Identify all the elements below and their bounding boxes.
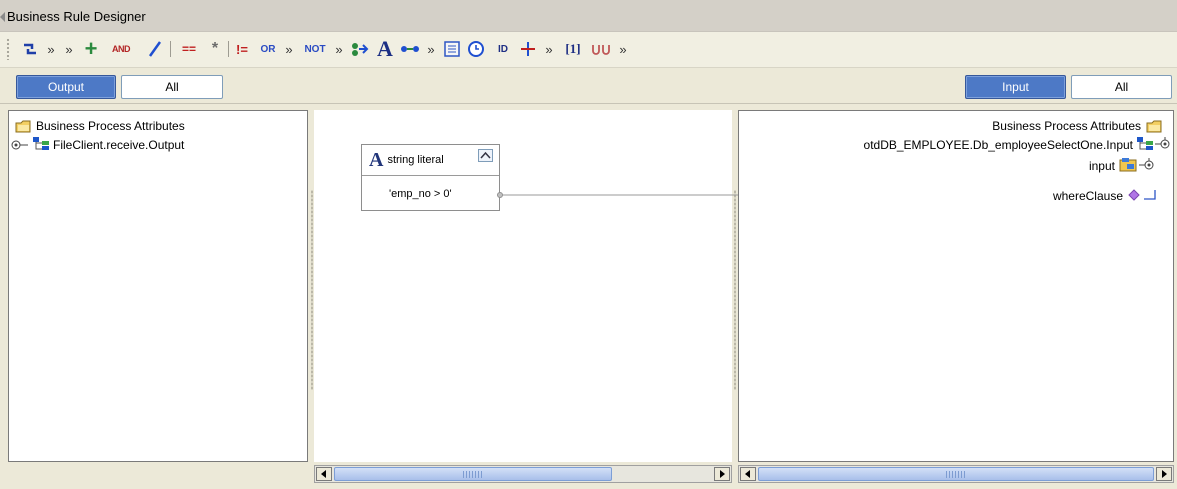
- folder-icon: [1146, 119, 1163, 134]
- expand-icon[interactable]: [1155, 136, 1171, 154]
- tree-root-label: Business Process Attributes: [992, 119, 1141, 133]
- tree-root-input[interactable]: Business Process Attributes: [992, 117, 1167, 135]
- tree-node-label: input: [1088, 159, 1115, 173]
- tree-node-whereclause[interactable]: whereClause: [1053, 187, 1157, 205]
- scroll-thumb[interactable]: [758, 467, 1154, 481]
- string-literal-node[interactable]: A string literal 'emp_no > 0': [361, 144, 500, 211]
- input-container-icon: [1119, 157, 1137, 175]
- scroll-left-button[interactable]: [316, 467, 332, 481]
- canvas-horizontal-scrollbar[interactable]: [314, 465, 732, 483]
- tree-line-icon: [1143, 189, 1157, 204]
- node-value[interactable]: 'emp_no > 0': [389, 188, 452, 200]
- scroll-right-button[interactable]: [1156, 467, 1172, 481]
- tree-structure-icon: [1137, 136, 1153, 154]
- collapse-chevron-icon[interactable]: [478, 149, 493, 162]
- tree-node-input[interactable]: input: [1089, 157, 1155, 175]
- input-horizontal-scrollbar[interactable]: [738, 465, 1174, 483]
- output-port[interactable]: [497, 192, 503, 198]
- node-title: string literal: [387, 154, 444, 166]
- scroll-left-button[interactable]: [740, 467, 756, 481]
- tree-node-label: otdDB_EMPLOYEE.Db_employeeSelectOne.Inpu…: [863, 138, 1133, 152]
- expand-icon[interactable]: [1139, 157, 1155, 175]
- diamond-icon: [1128, 188, 1140, 204]
- string-literal-icon: A: [369, 148, 384, 171]
- scroll-right-button[interactable]: [714, 467, 730, 481]
- tree-node-employee-input[interactable]: otdDB_EMPLOYEE.Db_employeeSelectOne.Inpu…: [864, 136, 1171, 154]
- scroll-thumb[interactable]: [334, 467, 612, 481]
- input-tree-panel: Business Process Attributes otdDB_EMPLOY…: [738, 110, 1174, 462]
- tree-node-label: whereClause: [1052, 189, 1123, 203]
